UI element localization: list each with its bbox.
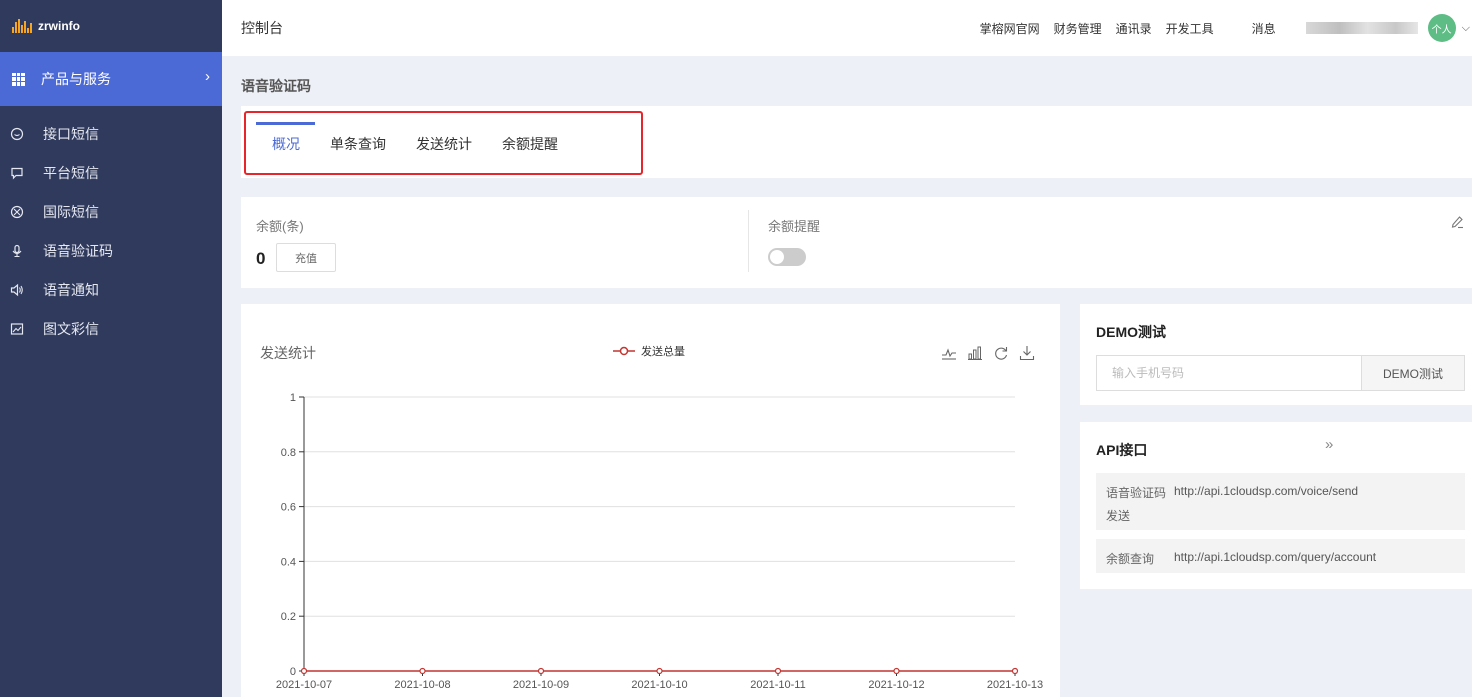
- page-title: 语音验证码: [241, 78, 311, 94]
- api-title: API接口: [1096, 442, 1148, 458]
- top-header: 控制台 掌榕网官网 财务管理 通讯录 开发工具 消息 个人 ⌵: [222, 0, 1472, 56]
- tabs-highlight-box: [244, 111, 643, 175]
- logo-icon: [12, 19, 32, 33]
- double-chevron-right-icon[interactable]: »: [1325, 436, 1333, 453]
- sidebar-item-label: 语音验证码: [43, 242, 113, 259]
- reminder-label: 余额提醒: [768, 219, 821, 234]
- sidebar-item-api-sms[interactable]: 接口短信: [0, 114, 222, 153]
- recharge-button[interactable]: 充值: [276, 243, 336, 272]
- y-tick-label: 0: [290, 666, 296, 678]
- demo-title: DEMO测试: [1096, 324, 1166, 340]
- messages-link[interactable]: 消息: [1252, 20, 1276, 37]
- phone-input[interactable]: [1096, 355, 1362, 391]
- nav-link-contacts[interactable]: 通讯录: [1116, 20, 1152, 37]
- microphone-icon: [10, 244, 24, 258]
- y-tick-label: 0.6: [281, 502, 296, 514]
- products-services-menu[interactable]: 产品与服务 ›: [0, 52, 222, 106]
- data-point: [300, 667, 308, 675]
- y-tick-label: 0.8: [281, 447, 296, 459]
- data-point: [537, 667, 545, 675]
- sidebar-item-international-sms[interactable]: 国际短信: [0, 192, 222, 231]
- message-square-icon: [10, 166, 24, 180]
- data-point: [419, 667, 426, 675]
- demo-test-button[interactable]: DEMO测试: [1361, 355, 1465, 391]
- sidebar-menu: 接口短信 平台短信 国际短信 语音验证码 语音通知 图文彩信: [0, 106, 222, 348]
- data-point: [893, 667, 900, 675]
- image-icon: [10, 322, 24, 336]
- x-tick-label: 2021-10-12: [868, 679, 924, 691]
- globe-icon: [10, 205, 24, 219]
- y-tick-label: 0.2: [281, 611, 296, 623]
- sidebar-item-voice-notice[interactable]: 语音通知: [0, 270, 222, 309]
- x-tick-label: 2021-10-10: [631, 679, 687, 691]
- console-title[interactable]: 控制台: [241, 18, 283, 38]
- balance-card: [241, 197, 1472, 288]
- sidebar-item-label: 国际短信: [43, 203, 99, 220]
- sidebar-item-label: 平台短信: [43, 164, 99, 181]
- x-tick-label: 2021-10-11: [750, 679, 805, 691]
- api-row-url[interactable]: http://api.1cloudsp.com/query/account: [1174, 550, 1376, 564]
- chevron-down-icon[interactable]: ⌵: [1462, 22, 1470, 35]
- api-row-label-cont: 发送: [1106, 509, 1131, 523]
- header-nav: 掌榕网官网 财务管理 通讯录 开发工具 消息 个人 ⌵: [980, 0, 1472, 56]
- nav-link-dev-tools[interactable]: 开发工具: [1166, 20, 1214, 37]
- sidebar-item-label: 语音通知: [43, 281, 99, 298]
- blurred-username: [1305, 22, 1418, 34]
- balance-label: 余额(条): [256, 219, 304, 234]
- y-tick-label: 1: [290, 392, 296, 404]
- y-tick-label: 0.4: [281, 556, 296, 568]
- sidebar: zrwinfo 产品与服务 › 接口短信 平台短信 国际短信 语音验证码 语音通…: [0, 0, 222, 697]
- data-point: [656, 667, 663, 675]
- products-services-label: 产品与服务: [41, 71, 111, 87]
- x-tick-label: 2021-10-09: [513, 679, 569, 691]
- data-point: [774, 667, 782, 675]
- x-tick-label: 2021-10-07: [276, 679, 332, 691]
- sidebar-item-voice-code[interactable]: 语音验证码: [0, 231, 222, 270]
- x-tick-label: 2021-10-08: [394, 679, 450, 691]
- sidebar-item-label: 图文彩信: [43, 320, 99, 337]
- x-tick-label: 2021-10-13: [987, 679, 1043, 691]
- sidebar-item-platform-sms[interactable]: 平台短信: [0, 153, 222, 192]
- api-row-balance-query: 余额查询 http://api.1cloudsp.com/query/accou…: [1096, 539, 1465, 573]
- reminder-toggle[interactable]: [768, 248, 806, 266]
- balance-value: 0: [256, 249, 266, 268]
- grid-icon: [12, 72, 25, 86]
- api-row-label: 语音验证码: [1106, 486, 1167, 500]
- api-row-label: 余额查询: [1106, 552, 1155, 566]
- sidebar-item-label: 接口短信: [43, 125, 99, 142]
- chevron-right-icon: ›: [205, 68, 210, 85]
- brand-name: zrwinfo: [38, 19, 80, 33]
- avatar[interactable]: 个人: [1427, 14, 1456, 42]
- speaker-icon: [10, 283, 24, 297]
- chat-bubble-icon: [10, 127, 24, 141]
- brand-logo[interactable]: zrwinfo: [0, 0, 222, 52]
- send-stats-chart: 0 0.2 0.4 0.6 0.8 1 2021-10-07 2021-10-08 2021-1…: [276, 392, 1043, 691]
- divider: [748, 210, 749, 272]
- api-row-voice-send: 语音验证码 发送 http://api.1cloudsp.com/voice/s…: [1096, 473, 1465, 530]
- edit-icon[interactable]: [1450, 215, 1464, 229]
- data-point: [1011, 667, 1019, 675]
- api-row-url[interactable]: http://api.1cloudsp.com/voice/send: [1174, 484, 1358, 498]
- nav-link-finance[interactable]: 财务管理: [1054, 20, 1102, 37]
- sidebar-item-mms[interactable]: 图文彩信: [0, 309, 222, 348]
- nav-link-official-site[interactable]: 掌榕网官网: [980, 20, 1040, 37]
